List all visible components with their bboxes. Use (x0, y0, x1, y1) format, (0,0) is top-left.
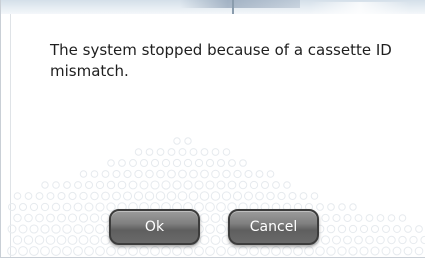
ok-button[interactable]: Ok (109, 209, 200, 245)
cancel-button[interactable]: Cancel (228, 209, 319, 245)
dialog-window: The system stopped because of a cassette… (0, 0, 425, 258)
dialog-frame (0, 0, 425, 258)
dialog-message: The system stopped because of a cassette… (50, 41, 392, 80)
